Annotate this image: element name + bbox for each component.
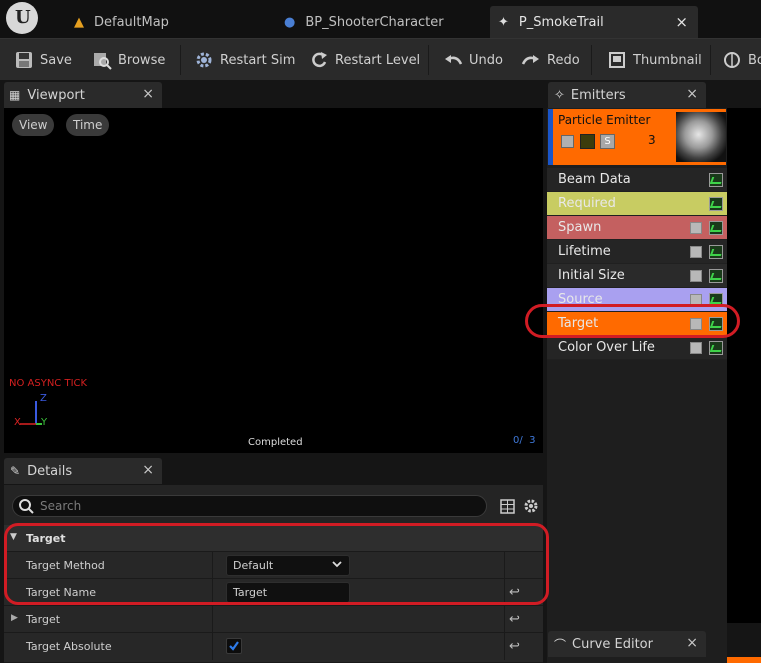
details-panel-tab[interactable]: ✎ Details × — [4, 458, 162, 484]
column-divider — [212, 606, 213, 633]
unreal-logo-icon[interactable] — [6, 2, 38, 34]
async-warning-text: NO ASYNC TICK — [9, 378, 88, 389]
particle-counter: 0/ 3 — [513, 435, 536, 446]
viewport-canvas[interactable]: View Time NO ASYNC TICK Z Y X Completed … — [4, 108, 543, 453]
status-text: Completed — [248, 437, 303, 448]
curve-graph-icon[interactable] — [709, 173, 723, 187]
save-button[interactable]: Save — [14, 39, 72, 81]
curve-graph-icon[interactable] — [709, 221, 723, 235]
emitters-empty-area — [727, 108, 761, 623]
browse-button[interactable]: Browse — [92, 39, 165, 81]
tab-label: BP_ShooterCharacter — [305, 14, 444, 30]
emitter-enable-checkbox[interactable] — [561, 135, 574, 148]
thumbnail-button[interactable]: Thumbnail — [607, 39, 702, 81]
curve-editor-accent — [727, 657, 761, 663]
tab-p-smoketrail[interactable]: ✦ P_SmokeTrail × — [490, 6, 698, 38]
time-button[interactable]: Time — [66, 114, 110, 136]
search-input[interactable]: Search — [12, 495, 487, 517]
viewport-icon: ▦ — [9, 88, 21, 102]
emitter-thumbnail — [676, 112, 726, 162]
module-beam-data[interactable]: Beam Data — [547, 168, 727, 192]
particle-emitter-header[interactable]: Particle Emitter S 3 — [548, 109, 726, 165]
module-color-over-life[interactable]: Color Over Life — [547, 336, 727, 360]
search-icon — [18, 498, 34, 517]
viewport-panel-tab[interactable]: ▦ Viewport × — [4, 82, 162, 108]
curve-editor-panel-tab[interactable]: ⌒ Curve Editor × — [548, 631, 706, 657]
emitters-icon: ✧ — [554, 87, 565, 103]
emitter-render-mode-icon[interactable] — [580, 134, 595, 149]
restart-level-button[interactable]: Restart Level — [309, 39, 420, 81]
curve-editor-icon: ⌒ — [554, 637, 567, 652]
restart-sim-button[interactable]: Restart Sim — [194, 39, 295, 81]
level-icon: ▲ — [74, 14, 84, 30]
annotation-outline-target-module — [525, 304, 740, 338]
tab-close-icon[interactable]: × — [675, 13, 688, 31]
toolbar: Save Browse Restart Sim Restart Level Un… — [0, 38, 761, 80]
emitter-name: Particle Emitter — [558, 113, 651, 127]
column-divider — [504, 633, 505, 660]
reset-to-default-icon[interactable]: ↩ — [509, 612, 520, 627]
axis-gizmo: Z Y X — [8, 393, 48, 433]
undo-button[interactable]: Undo — [443, 39, 503, 81]
module-enable-checkbox[interactable] — [690, 222, 702, 234]
emitter-solo-button[interactable]: S — [600, 134, 615, 149]
axis-z-label: Z — [40, 393, 47, 404]
emitters-panel-tab[interactable]: ✧ Emitters × — [548, 82, 706, 108]
target-absolute-checkbox[interactable] — [226, 638, 242, 654]
reset-to-default-icon[interactable]: ↩ — [509, 639, 520, 654]
column-divider — [212, 633, 213, 660]
tab-label: DefaultMap — [94, 14, 169, 30]
toolbar-separator — [591, 45, 592, 75]
emitter-count: 3 — [648, 133, 656, 147]
module-spawn[interactable]: Spawn — [547, 216, 727, 240]
toolbar-separator — [180, 45, 181, 75]
close-icon[interactable]: × — [686, 86, 698, 102]
grid-view-icon[interactable] — [500, 499, 515, 517]
module-enable-checkbox[interactable] — [690, 246, 702, 258]
thumbnail-icon — [607, 50, 627, 70]
gear-icon — [194, 50, 214, 70]
undo-icon — [443, 50, 463, 70]
redo-icon — [521, 50, 541, 70]
column-divider — [504, 606, 505, 633]
axis-x-label: X — [14, 417, 21, 428]
module-lifetime[interactable]: Lifetime — [547, 240, 727, 264]
toolbar-separator — [710, 45, 711, 75]
module-enable-checkbox[interactable] — [690, 270, 702, 282]
annotation-outline-target-category — [4, 523, 549, 605]
tab-defaultmap[interactable]: ▲ DefaultMap — [64, 6, 250, 38]
redo-button[interactable]: Redo — [521, 39, 580, 81]
curve-graph-icon[interactable] — [709, 269, 723, 283]
character-icon: ● — [284, 14, 296, 30]
module-initial-size[interactable]: Initial Size — [547, 264, 727, 288]
module-enable-checkbox[interactable] — [690, 342, 702, 354]
tab-label: P_SmokeTrail — [518, 14, 604, 30]
details-icon: ✎ — [10, 464, 21, 478]
view-button[interactable]: View — [12, 114, 55, 136]
property-row-target-struct: ▶ Target ↩ — [4, 606, 543, 633]
tab-bp-shootercharacter[interactable]: ● BP_ShooterCharacter — [276, 6, 484, 38]
settings-gear-icon[interactable] — [523, 498, 539, 517]
curve-graph-icon[interactable] — [709, 341, 723, 355]
axis-y-label: Y — [41, 417, 48, 428]
particle-icon: ✦ — [498, 14, 509, 30]
browse-icon — [92, 50, 112, 70]
chevron-right-icon[interactable]: ▶ — [11, 613, 18, 623]
save-icon — [14, 50, 34, 70]
curve-graph-icon[interactable] — [709, 245, 723, 259]
module-required[interactable]: Required — [547, 192, 727, 216]
property-row-target-absolute: Target Absolute ↩ — [4, 633, 543, 663]
curve-graph-icon[interactable] — [709, 197, 723, 211]
toolbar-separator — [428, 45, 429, 75]
close-icon[interactable]: × — [686, 635, 698, 651]
bounds-button[interactable]: Bo — [722, 39, 761, 81]
refresh-icon — [309, 50, 329, 70]
bounds-icon — [722, 50, 742, 70]
close-icon[interactable]: × — [142, 86, 154, 102]
close-icon[interactable]: × — [142, 462, 154, 478]
document-tab-bar: ▲ DefaultMap ● BP_ShooterCharacter ✦ P_S… — [0, 0, 761, 38]
